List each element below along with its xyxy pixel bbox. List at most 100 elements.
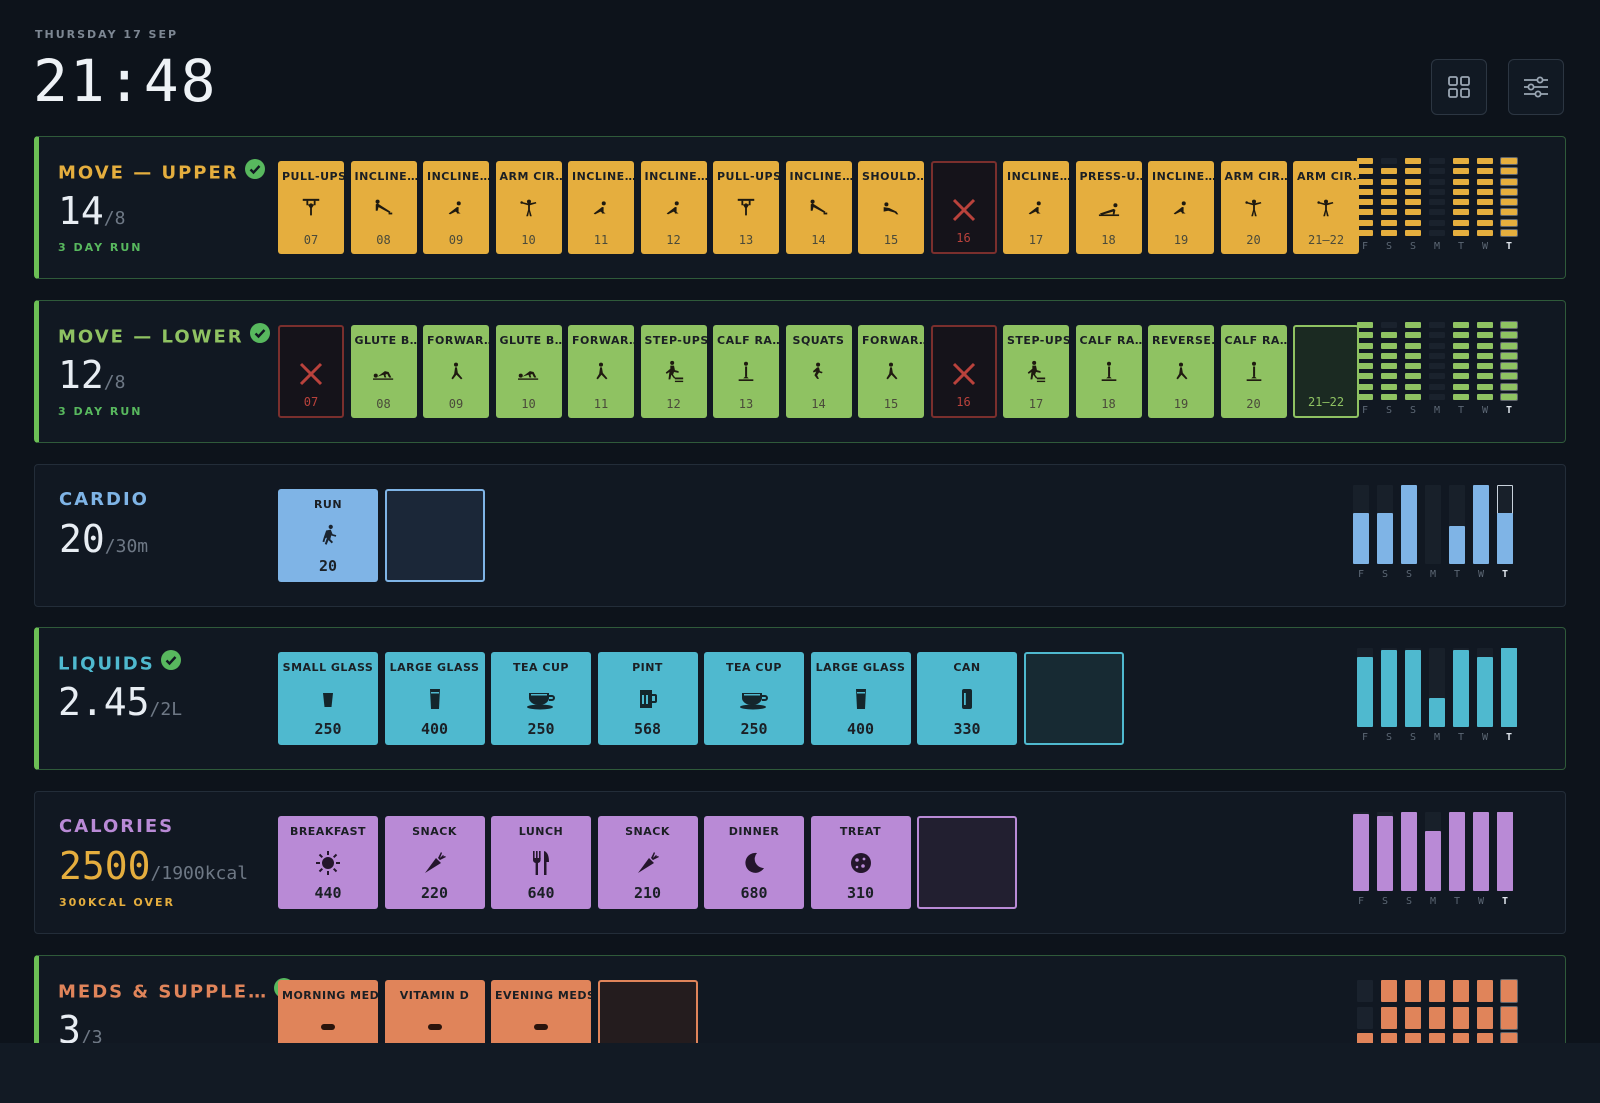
bottom-bar xyxy=(0,1043,1600,1103)
entry-tile[interactable]: CALF RA… 13 xyxy=(713,325,779,418)
entry-tile[interactable]: MORNING MEDS xyxy=(278,980,378,1043)
section-goal: /8 xyxy=(103,372,126,393)
entry-tile[interactable]: INCLINE… 09 xyxy=(423,161,489,254)
weekly-day-column xyxy=(1357,976,1373,1043)
weekly-segment xyxy=(1501,394,1517,400)
weekly-segment xyxy=(1405,373,1421,380)
weekly-segment xyxy=(1429,321,1445,328)
entry-tile[interactable]: LUNCH 640 xyxy=(491,816,591,909)
entry-tile[interactable]: PULL-UPS 13 xyxy=(713,161,779,254)
weekly-segment xyxy=(1381,980,1397,1002)
add-entry-tile[interactable] xyxy=(917,816,1017,909)
section-value: 14/8 xyxy=(58,189,125,241)
tile-value: 17 xyxy=(1028,233,1044,247)
section-value-number: 12 xyxy=(58,353,104,397)
entry-tile[interactable]: INCLINE… 14 xyxy=(785,161,852,254)
tile-value: 21–22 xyxy=(1307,395,1345,409)
entry-tile[interactable]: GLUTE B… 08 xyxy=(350,325,417,418)
weekday-label: W xyxy=(1481,732,1489,743)
weekly-segment xyxy=(1477,1033,1493,1043)
entry-tile[interactable]: PULL-UPS 07 xyxy=(278,161,344,254)
dashboard-scroll[interactable]: THURSDAY 17 SEP 21:48 MOVE — UPPER 14/8 3 … xyxy=(0,0,1600,1043)
missed-icon xyxy=(933,360,995,388)
tile-value: 310 xyxy=(846,884,875,902)
entry-tile[interactable]: TREAT 310 xyxy=(810,816,911,909)
section-value-number: 2500 xyxy=(59,844,151,888)
entry-tile[interactable]: SQUATS 14 xyxy=(785,325,852,418)
missed-tile[interactable]: 16 xyxy=(930,325,997,418)
missed-tile[interactable]: 07 xyxy=(278,325,344,418)
add-entry-tile[interactable] xyxy=(597,980,698,1043)
entry-tile[interactable]: SMALL GLASS 250 xyxy=(278,652,378,745)
entry-tile[interactable]: LARGE GLASS 400 xyxy=(384,652,485,745)
weekly-bar xyxy=(1353,512,1369,564)
missed-tile[interactable]: 16 xyxy=(930,161,997,254)
entry-tile[interactable]: ARM CIR… 10 xyxy=(495,161,562,254)
entry-tile[interactable]: GLUTE B… 10 xyxy=(495,325,562,418)
entry-tile[interactable]: PRESS-U… 18 xyxy=(1075,161,1142,254)
entry-tile[interactable]: STEP-UPS 12 xyxy=(640,325,707,418)
weekly-segment xyxy=(1381,188,1397,195)
tile-value: 20 xyxy=(1246,233,1261,247)
entry-tile[interactable]: REVERSE… 19 xyxy=(1148,325,1214,418)
weekly-segment xyxy=(1477,980,1493,1002)
weekly-segment xyxy=(1381,1006,1397,1029)
entry-tile[interactable]: TEA CUP 250 xyxy=(491,652,591,745)
add-entry-tile[interactable] xyxy=(1023,652,1124,745)
lunge-icon xyxy=(423,358,489,386)
entry-tile[interactable]: LARGE GLASS 400 xyxy=(810,652,911,745)
entry-tile[interactable]: INCLINE… 17 xyxy=(1003,161,1069,254)
weekly-bar xyxy=(1377,512,1393,564)
calf-raise-icon xyxy=(713,358,779,386)
entry-tile[interactable]: INCLINE… 11 xyxy=(568,161,634,254)
weekly-bar-track xyxy=(1425,485,1441,564)
weekly-segment xyxy=(1381,321,1397,328)
entry-tile[interactable]: CALF RA… 20 xyxy=(1220,325,1287,418)
entry-tile[interactable]: ARM CIR… 21–22 xyxy=(1293,161,1359,254)
weekday-label: T xyxy=(1457,241,1465,252)
weekly-segment xyxy=(1477,230,1493,236)
entry-tile[interactable]: STEP-UPS 17 xyxy=(1003,325,1069,418)
entry-tile[interactable]: TEA CUP 250 xyxy=(704,652,804,745)
weekly-segment xyxy=(1477,168,1493,175)
weekday-label: S xyxy=(1381,896,1389,907)
entry-tile[interactable]: FORWAR… 15 xyxy=(858,325,924,418)
entry-tile[interactable]: PINT 568 xyxy=(597,652,698,745)
weekly-bar xyxy=(1425,830,1441,891)
weekday-label: M xyxy=(1433,241,1441,252)
entry-tile[interactable]: INCLINE… 12 xyxy=(640,161,707,254)
entry-tile[interactable]: BREAKFAST 440 xyxy=(278,816,378,909)
tile-label: PULL-UPS xyxy=(717,170,779,183)
weekday-label: M xyxy=(1433,405,1441,416)
entry-tile[interactable]: RUN 20 xyxy=(278,489,378,582)
entry-tile[interactable]: ARM CIR… 20 xyxy=(1220,161,1287,254)
grid-view-button[interactable] xyxy=(1431,59,1487,115)
settings-button[interactable] xyxy=(1508,59,1564,115)
entry-tile[interactable]: CAN 330 xyxy=(917,652,1017,745)
section-tiles: PULL-UPS 07 INCLINE… 08 INCLINE… 09 ARM CIR… 10… xyxy=(278,161,1359,254)
tile-value: 18 xyxy=(1101,233,1116,247)
entry-tile[interactable]: VITAMIN D xyxy=(384,980,485,1043)
entry-tile[interactable]: INCLINE… 19 xyxy=(1148,161,1214,254)
add-entry-tile[interactable]: 21–22 xyxy=(1293,325,1359,418)
pullup-icon xyxy=(278,194,344,222)
weekly-segment xyxy=(1357,209,1373,216)
entry-tile[interactable]: SHOULD… 15 xyxy=(858,161,924,254)
tile-value: 680 xyxy=(740,884,768,902)
entry-tile[interactable]: SNACK 220 xyxy=(384,816,485,909)
tile-label: INCLINE… xyxy=(572,170,634,183)
weekday-label: T xyxy=(1501,896,1509,907)
entry-tile[interactable]: CALF RA… 18 xyxy=(1075,325,1142,418)
add-entry-tile[interactable] xyxy=(384,489,485,582)
entry-tile[interactable]: FORWAR… 11 xyxy=(568,325,634,418)
tile-value: 21–22 xyxy=(1307,233,1345,247)
entry-tile[interactable]: SNACK 210 xyxy=(597,816,698,909)
tile-value: 640 xyxy=(527,884,555,902)
entry-tile[interactable]: EVENING MEDS xyxy=(491,980,591,1043)
weekday-label: M xyxy=(1429,569,1437,580)
weekly-segment xyxy=(1429,363,1445,370)
entry-tile[interactable]: FORWAR… 09 xyxy=(423,325,489,418)
weekday-label: S xyxy=(1409,241,1417,252)
entry-tile[interactable]: DINNER 680 xyxy=(704,816,804,909)
entry-tile[interactable]: INCLINE… 08 xyxy=(350,161,417,254)
